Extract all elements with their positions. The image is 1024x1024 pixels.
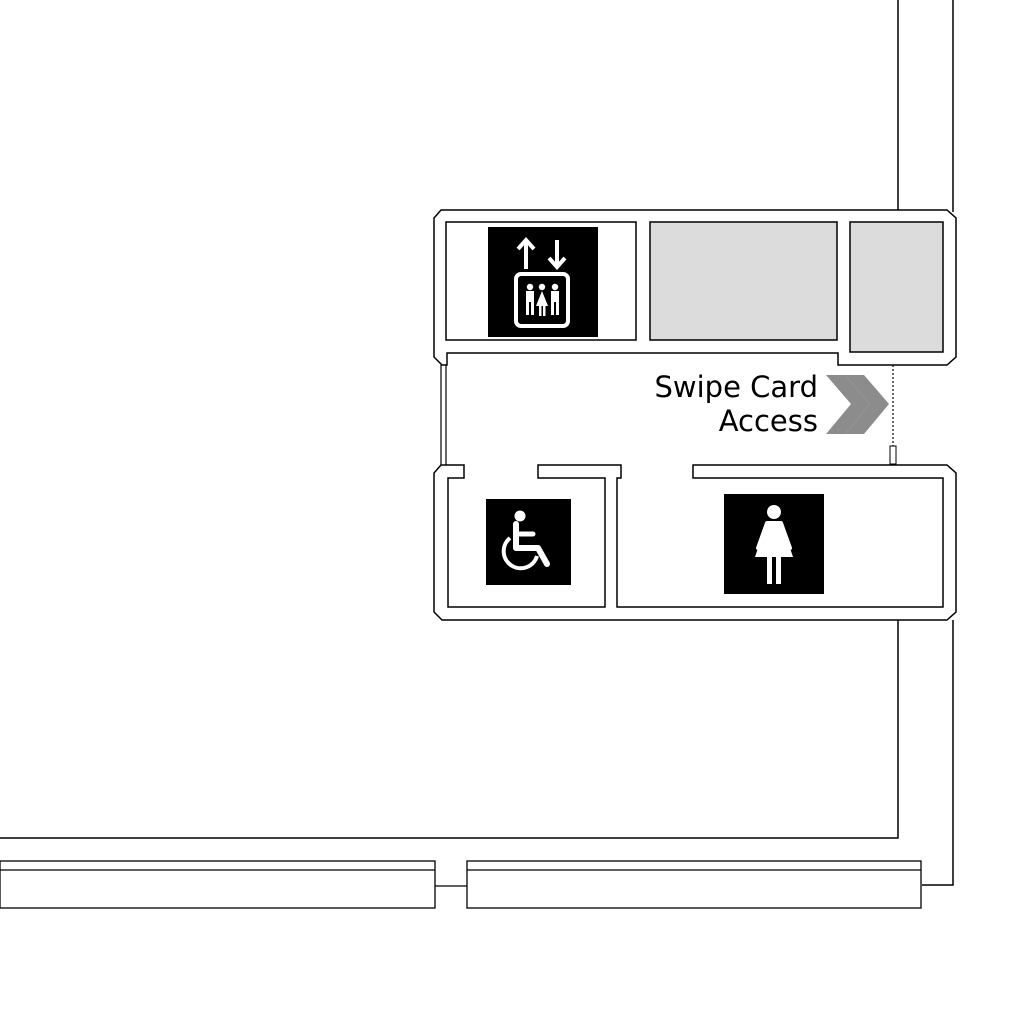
female-restroom-icon [724, 494, 824, 594]
grey-room-right [849, 221, 944, 353]
corridor-wall-inner-bottom [0, 620, 899, 839]
window-strip-right [466, 860, 922, 909]
corridor-walls [0, 0, 954, 886]
double-chevron-right-icon [826, 375, 889, 434]
corridor-wall-outer-bottom [922, 620, 954, 886]
lobby-left-wall [440, 365, 447, 466]
swipe-card-label-line2: Access [719, 404, 818, 438]
wheelchair-accessible-icon [486, 499, 571, 585]
floor-plan: Swipe Card Access [0, 0, 957, 909]
bottom-wall-strips [0, 860, 922, 909]
swipe-card-label-line1: Swipe Card [655, 370, 819, 404]
elevator-icon [488, 227, 598, 337]
grey-room-middle [649, 221, 838, 341]
card-reader [889, 445, 897, 465]
window-strip-left [0, 860, 436, 909]
swipe-card-line [889, 365, 897, 465]
wheelchair-icon-bg [486, 499, 571, 585]
